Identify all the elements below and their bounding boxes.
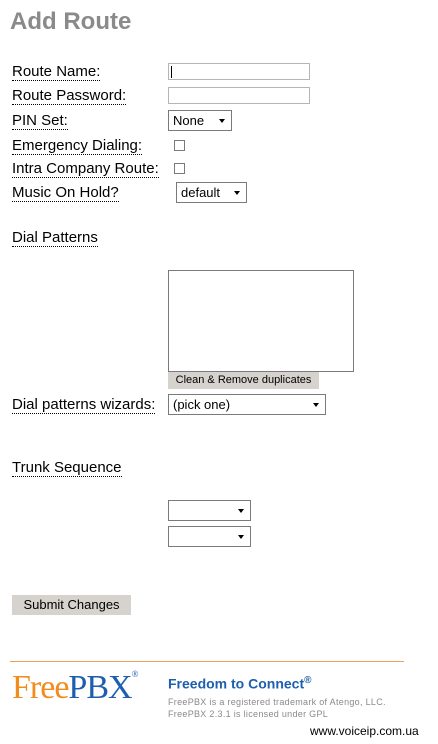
trunk-select-1[interactable] xyxy=(168,500,251,521)
clean-remove-duplicates-button[interactable]: Clean & Remove duplicates xyxy=(168,372,319,389)
tagline-text: Freedom to Connect xyxy=(168,675,305,692)
dial-patterns-wizard-value: (pick one) xyxy=(173,397,231,412)
chevron-down-icon xyxy=(234,191,240,195)
page-title: Add Route xyxy=(10,8,132,35)
emergency-dialing-label: Emergency Dialing: xyxy=(12,137,143,155)
watermark-text: www.voiceip.com.ua xyxy=(310,724,419,738)
music-on-hold-select[interactable]: default xyxy=(176,182,247,203)
dial-patterns-textarea[interactable] xyxy=(168,270,354,372)
trademark-note: FreePBX is a registered trademark of Ate… xyxy=(168,697,386,707)
logo-free-text: Free xyxy=(12,669,69,706)
dial-patterns-wizards-label: Dial patterns wizards: xyxy=(12,396,156,414)
music-on-hold-label: Music On Hold? xyxy=(12,184,119,202)
chevron-down-icon xyxy=(219,119,225,123)
intra-company-route-checkbox[interactable] xyxy=(174,163,185,174)
music-on-hold-value: default xyxy=(181,185,221,200)
route-password-input[interactable] xyxy=(168,87,310,104)
pin-set-label: PIN Set: xyxy=(12,112,68,130)
chevron-down-icon xyxy=(313,403,319,407)
submit-changes-button[interactable]: Submit Changes xyxy=(12,595,131,615)
logo-registered-mark: ® xyxy=(131,669,139,679)
tagline-registered-mark: ® xyxy=(304,675,312,686)
trunk-select-2[interactable] xyxy=(168,526,251,547)
footer-divider xyxy=(10,661,404,662)
logo-pbx-text: PBX xyxy=(68,669,132,706)
dial-patterns-wizard-select[interactable]: (pick one) xyxy=(168,394,326,415)
dial-patterns-heading: Dial Patterns xyxy=(12,229,98,247)
trunk-sequence-heading: Trunk Sequence xyxy=(12,459,122,477)
intra-company-route-label: Intra Company Route: xyxy=(12,160,159,178)
emergency-dialing-checkbox[interactable] xyxy=(174,140,185,151)
pin-set-value: None xyxy=(173,113,205,128)
route-password-label: Route Password: xyxy=(12,87,127,105)
license-note: FreePBX 2.3.1 is licensed under GPL xyxy=(168,709,329,719)
text-caret xyxy=(171,66,172,78)
route-name-input[interactable] xyxy=(168,63,310,80)
tagline: Freedom to Connect® xyxy=(168,675,312,692)
freepbx-logo[interactable]: FreePBX® xyxy=(12,669,139,707)
chevron-down-icon xyxy=(238,509,244,513)
chevron-down-icon xyxy=(238,535,244,539)
pin-set-select[interactable]: None xyxy=(168,110,232,131)
route-name-label: Route Name: xyxy=(12,63,101,81)
